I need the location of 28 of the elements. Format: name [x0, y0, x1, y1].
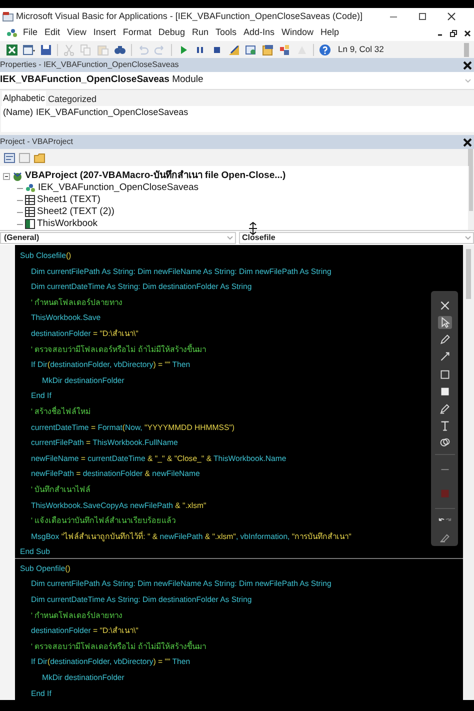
object-name: IEK_VBAFunction_OpenCloseSaveas Module [0, 73, 204, 88]
cursor-position: Ln 9, Col 32 [338, 43, 384, 56]
tree-item[interactable]: Sheet2 (TEXT (2)) [37, 204, 114, 220]
property-name: (Name) [3, 106, 34, 119]
tab[interactable]: Alphabetic [2, 91, 46, 106]
object-combo[interactable]: (General) [0, 232, 236, 244]
menu-item[interactable]: File [23, 26, 38, 40]
menu-item[interactable]: Run [192, 26, 208, 40]
property-value[interactable]: IEK_VBAFunction_OpenCloseSaveas [36, 106, 188, 120]
menu-item[interactable]: Insert [93, 26, 116, 40]
menu-item[interactable]: Debug [158, 26, 185, 40]
tab[interactable]: Categorized [47, 92, 98, 106]
tree-item[interactable]: Sheet1 (TEXT) [37, 192, 100, 208]
tree-item[interactable]: IEK_VBAFunction_OpenCloseSaveas [38, 180, 199, 196]
pane-title: Properties - IEK_VBAFunction_OpenCloseSaveas [0, 59, 179, 71]
menu-item[interactable]: Window [282, 26, 314, 40]
tree-item[interactable]: ThisWorkbook [37, 216, 98, 232]
menu-item[interactable]: Help [320, 26, 340, 40]
pane-title: Project - VBAProject [0, 136, 73, 148]
menu-item[interactable]: Add-Ins [243, 26, 275, 40]
procedure-combo[interactable]: Closefile [239, 232, 474, 244]
object-dropdown[interactable]: IEK_VBAFunction_OpenCloseSaveas Module [0, 72, 474, 90]
window-title: Microsoft Visual Basic for Applications - [IEK_VBAFunction_OpenCloseSaveas (Code)] [16, 10, 362, 23]
menu-item[interactable]: Format [122, 26, 152, 40]
menu-item[interactable]: Tools [215, 26, 236, 40]
tree-item[interactable]: VBAProject (207-VBAMacro-บันทึกสำเนา file Open-Close...) [25, 168, 286, 184]
menu-item[interactable]: Edit [44, 26, 60, 40]
menu-item[interactable]: View [67, 26, 86, 40]
